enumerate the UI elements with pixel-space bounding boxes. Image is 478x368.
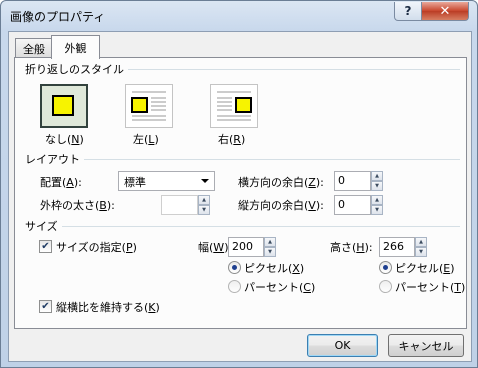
spin-up-icon[interactable]: ▲	[371, 171, 383, 181]
hspace-spinner[interactable]: ▲ ▼	[371, 171, 383, 191]
appearance-panel: 折り返しのスタイル なし(N) 左(L) 右(R) レイアウト 配置(A): 標…	[14, 57, 467, 329]
vspace-spinner[interactable]: ▲ ▼	[371, 195, 383, 215]
layout-section: レイアウト	[25, 151, 84, 167]
hspace-input[interactable]: 0 ▲ ▼	[334, 171, 383, 191]
chevron-down-icon	[201, 179, 209, 183]
title-bar[interactable]: 画像のプロパティ ? ✕	[1, 1, 477, 31]
wrap-right-label: 右(R)	[218, 133, 246, 146]
help-icon: ?	[404, 4, 412, 18]
width-spinner[interactable]: ▲ ▼	[264, 237, 276, 257]
height-spinner[interactable]: ▲ ▼	[415, 237, 427, 257]
close-button[interactable]: ✕	[421, 2, 469, 21]
width-pixel-label: ピクセル(X)	[244, 262, 305, 275]
spin-up-icon[interactable]: ▲	[198, 195, 210, 205]
close-icon: ✕	[439, 3, 451, 19]
cancel-button-label: キャンセル	[398, 339, 454, 353]
spin-down-icon[interactable]: ▼	[371, 205, 383, 215]
specify-size-checkbox[interactable]: ✔	[39, 240, 52, 253]
help-button[interactable]: ?	[394, 2, 422, 21]
tab-general-label: 全般	[23, 42, 45, 56]
wrap-none-icon	[52, 95, 74, 116]
height-percent-label: パーセント(T)	[395, 281, 466, 294]
placement-label: 配置(A):	[40, 176, 82, 189]
wrap-left-option[interactable]	[125, 84, 173, 128]
wrap-right-option[interactable]	[210, 84, 258, 128]
vspace-input[interactable]: 0 ▲ ▼	[334, 195, 383, 215]
spin-up-icon[interactable]: ▲	[264, 237, 276, 247]
width-input[interactable]: 200 ▲ ▼	[228, 237, 276, 257]
border-width-label: 外枠の太さ(B):	[40, 199, 115, 212]
vspace-value: 0	[338, 198, 345, 211]
placement-value: 標準	[124, 176, 146, 189]
wrap-left-icon	[131, 91, 166, 121]
width-value: 200	[232, 240, 253, 253]
size-section-label: サイズ	[25, 218, 62, 234]
tab-appearance-label: 外観	[64, 41, 87, 55]
spin-down-icon[interactable]: ▼	[371, 181, 383, 191]
height-pixel-label: ピクセル(E)	[395, 262, 455, 275]
width-pixel-radio[interactable]	[228, 261, 241, 274]
height-input[interactable]: 266 ▲ ▼	[379, 237, 427, 257]
ok-button[interactable]: OK	[307, 334, 378, 357]
dialog-client: 全般 外観 折り返しのスタイル なし(N) 左(L) 右(R) レイアウト 配置…	[8, 31, 472, 362]
layout-divider	[25, 159, 460, 160]
specify-size-label: サイズの指定(P)	[56, 241, 137, 254]
height-percent-radio[interactable]	[379, 280, 392, 293]
wrap-right-icon	[217, 91, 252, 121]
tab-general[interactable]: 全般	[15, 38, 53, 58]
cancel-button[interactable]: キャンセル	[388, 334, 464, 357]
placement-select[interactable]: 標準	[118, 171, 215, 191]
tab-appearance[interactable]: 外観	[51, 35, 100, 59]
vspace-label: 縦方向の余白(V):	[238, 199, 324, 212]
spin-down-icon[interactable]: ▼	[264, 247, 276, 257]
hspace-label: 横方向の余白(Z):	[238, 176, 324, 189]
hspace-value: 0	[338, 174, 345, 187]
width-percent-label: パーセント(C)	[244, 281, 316, 294]
wrap-none-label: なし(N)	[45, 133, 84, 146]
width-percent-radio[interactable]	[228, 280, 241, 293]
wrap-none-option[interactable]	[40, 84, 88, 128]
layout-section-label: レイアウト	[25, 151, 84, 167]
wrap-style-section: 折り返しのスタイル	[25, 61, 128, 77]
wrap-left-label: 左(L)	[133, 133, 159, 146]
height-pixel-radio[interactable]	[379, 261, 392, 274]
spin-up-icon[interactable]: ▲	[371, 195, 383, 205]
height-label: 高さ(H):	[330, 241, 373, 254]
height-value: 266	[383, 240, 404, 253]
spin-down-icon[interactable]: ▼	[415, 247, 427, 257]
wrap-style-section-label: 折り返しのスタイル	[25, 61, 128, 77]
keep-aspect-checkbox[interactable]: ✔	[39, 300, 52, 313]
ok-button-label: OK	[334, 339, 351, 352]
size-divider	[25, 226, 460, 227]
keep-aspect-label: 縦横比を維持する(K)	[56, 301, 160, 314]
properties-dialog: 画像のプロパティ ? ✕ 全般 外観 折り返しのスタイル なし(N) 左(L) …	[0, 0, 478, 368]
border-width-spinner[interactable]: ▲ ▼	[198, 195, 210, 215]
size-section: サイズ	[25, 218, 62, 234]
window-title: 画像のプロパティ	[10, 10, 106, 24]
spin-down-icon[interactable]: ▼	[198, 205, 210, 215]
border-width-input[interactable]: ▲ ▼	[161, 195, 210, 215]
spin-up-icon[interactable]: ▲	[415, 237, 427, 247]
